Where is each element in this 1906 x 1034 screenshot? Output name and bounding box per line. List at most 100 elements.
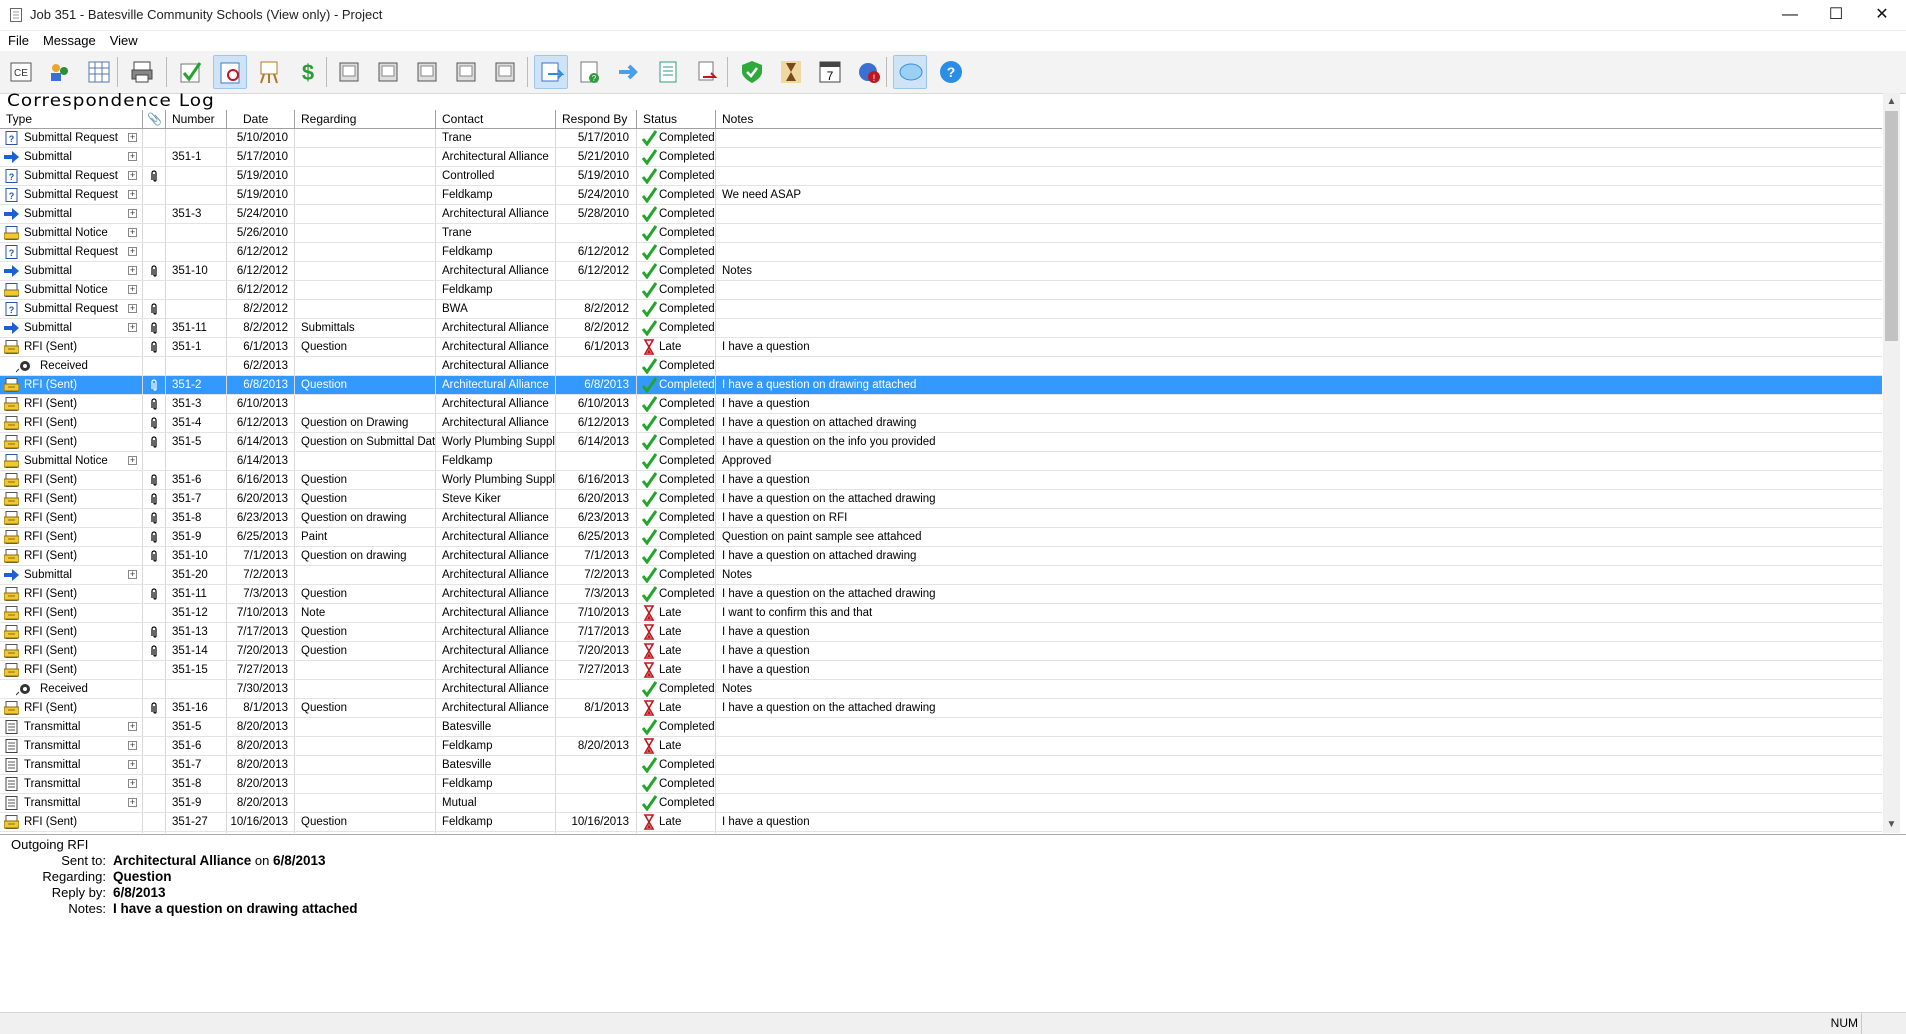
users-icon[interactable] [43,55,77,89]
chat-icon[interactable] [893,55,927,89]
cell-attachment[interactable] [143,509,166,527]
table-row[interactable]: RFI (Sent) 351-16 8/1/2013 Question Architec… [0,699,1882,718]
correspondence-icon[interactable] [534,55,568,89]
doc5-icon[interactable] [489,55,523,89]
cell-attachment[interactable] [143,300,166,318]
table-row[interactable]: RFI (Sent)351-2810/16/2013TestArchitectu… [0,832,1882,833]
attachment-icon[interactable] [150,417,158,432]
table-row[interactable]: RFI (Sent) 351-4 6/12/2013 Question on Draw… [0,414,1882,433]
attachment-icon[interactable] [150,341,158,356]
attachment-icon[interactable] [150,531,158,546]
table-row[interactable]: Submittal +351-1 5/17/2010 Architectural Al… [0,148,1882,167]
list-icon[interactable] [651,55,685,89]
table-row[interactable]: RFI (Sent) 351-8 6/23/2013 Question on draw… [0,509,1882,528]
expand-icon[interactable]: + [128,171,137,180]
shield-icon[interactable] [735,55,769,89]
cell-attachment[interactable] [143,832,166,833]
expand-icon[interactable]: + [128,570,137,579]
cell-attachment[interactable] [143,319,166,337]
table-row[interactable]: Received 7/30/2013 Architectural Alliance C… [0,680,1882,699]
attachment-icon[interactable] [150,303,158,318]
table-row[interactable]: ? Submittal Request +5/10/2010 Trane 5/17/20… [0,129,1882,148]
scroll-down-icon[interactable]: ▼ [1883,816,1900,833]
table-row[interactable]: RFI (Sent) 351-6 6/16/2013 Question Worly Pl… [0,471,1882,490]
table-row[interactable]: Received 6/2/2013 Architectural Alliance Co… [0,357,1882,376]
attachment-icon[interactable] [150,626,158,641]
attachment-icon[interactable] [150,170,158,185]
attachment-icon[interactable] [150,702,158,717]
report-icon[interactable] [213,55,247,89]
scroll-up-icon[interactable]: ▲ [1883,93,1900,110]
table-row[interactable]: RFI (Sent) 351-9 6/25/2013 Paint Architectur… [0,528,1882,547]
hourglass-icon[interactable] [774,55,808,89]
doc4-icon[interactable] [450,55,484,89]
attachment-icon[interactable] [150,493,158,508]
table-row[interactable]: RFI (Sent) 351-11 7/3/2013 Question Architec… [0,585,1882,604]
expand-icon[interactable]: + [128,190,137,199]
table-row[interactable]: RFI (Sent) 351-10 7/1/2013 Question on draw… [0,547,1882,566]
table-row[interactable]: RFI (Sent) 351-13 7/17/2013 Question Archite… [0,623,1882,642]
attachment-icon[interactable] [150,379,158,394]
table-row[interactable]: RFI (Sent) 351-5 6/14/2013 Question on Subm… [0,433,1882,452]
expand-icon[interactable]: + [128,304,137,313]
col-regarding[interactable]: Regarding [295,110,436,128]
grid-icon[interactable] [82,55,116,89]
doc1-icon[interactable] [333,55,367,89]
table-row[interactable]: ? Submittal Request +5/19/2010 Controlled 5/… [0,167,1882,186]
table-row[interactable]: RFI (Sent) 351-3 6/10/2013 Architectural Al… [0,395,1882,414]
attachment-icon[interactable] [150,645,158,660]
expand-icon[interactable]: + [128,247,137,256]
expand-icon[interactable]: + [128,456,137,465]
expand-icon[interactable]: + [128,285,137,294]
table-row[interactable]: RFI (Sent) 351-2 6/8/2013 Question Architect… [0,376,1882,395]
expand-icon[interactable]: + [128,152,137,161]
cell-attachment[interactable] [143,471,166,489]
minimize-button[interactable]: — [1767,0,1813,30]
alert-icon[interactable]: ! [852,55,886,89]
table-row[interactable]: Submittal +351-10 6/12/2012 Architectural A… [0,262,1882,281]
attachment-icon[interactable] [150,322,158,337]
table-row[interactable]: ? Submittal Request +8/2/2012 BWA 8/2/2012 Co… [0,300,1882,319]
attachment-icon[interactable] [150,398,158,413]
cell-attachment[interactable] [143,547,166,565]
cell-attachment[interactable] [143,623,166,641]
table-row[interactable]: Submittal +351-11 8/2/2012 Submittals Archit… [0,319,1882,338]
col-respond-by[interactable]: Respond By [556,110,637,128]
rfi-icon[interactable]: ? [573,55,607,89]
table-row[interactable]: Submittal +351-3 5/24/2010 Architectural Al… [0,205,1882,224]
table-row[interactable]: Submittal Notice +6/12/2012 Feldkamp Comple… [0,281,1882,300]
menu-file[interactable]: File [0,31,35,48]
table-row[interactable]: Transmittal +351-6 8/20/2013 Feldkamp 8/20/2… [0,737,1882,756]
expand-icon[interactable]: + [128,228,137,237]
doc3-icon[interactable] [411,55,445,89]
table-row[interactable]: Submittal Notice +5/26/2010 Trane Completed [0,224,1882,243]
expand-icon[interactable]: + [128,133,137,142]
col-status[interactable]: Status [637,110,716,128]
approve-icon[interactable] [174,55,208,89]
cell-attachment[interactable] [143,433,166,451]
expand-icon[interactable]: + [128,722,137,731]
expand-icon[interactable]: + [128,760,137,769]
expand-icon[interactable]: + [128,209,137,218]
scroll-thumb[interactable] [1885,111,1898,341]
help-icon[interactable]: ? [934,55,968,89]
cell-attachment[interactable] [143,395,166,413]
attachment-icon[interactable] [150,550,158,565]
cell-attachment[interactable] [143,699,166,717]
cell-attachment[interactable] [143,338,166,356]
calendar-icon[interactable]: 7 [813,55,847,89]
col-number[interactable]: Number [166,110,227,128]
attachment-icon[interactable] [150,474,158,489]
cell-attachment[interactable] [143,414,166,432]
cell-attachment[interactable] [143,585,166,603]
table-row[interactable]: Transmittal +351-9 8/20/2013 Mutual Complete… [0,794,1882,813]
table-row[interactable]: RFI (Sent) 351-27 10/16/2013 Question Feldka… [0,813,1882,832]
attachment-icon[interactable] [150,512,158,527]
submittal-icon[interactable] [612,55,646,89]
table-row[interactable]: RFI (Sent) 351-1 6/1/2013 Question Architect… [0,338,1882,357]
expand-icon[interactable]: + [128,323,137,332]
attachment-icon[interactable] [150,265,158,280]
table-row[interactable]: RFI (Sent) 351-12 7/10/2013 Note Architectur… [0,604,1882,623]
contacts-icon[interactable]: CE [4,55,38,89]
table-row[interactable]: RFI (Sent) 351-7 6/20/2013 Question Steve Ki… [0,490,1882,509]
